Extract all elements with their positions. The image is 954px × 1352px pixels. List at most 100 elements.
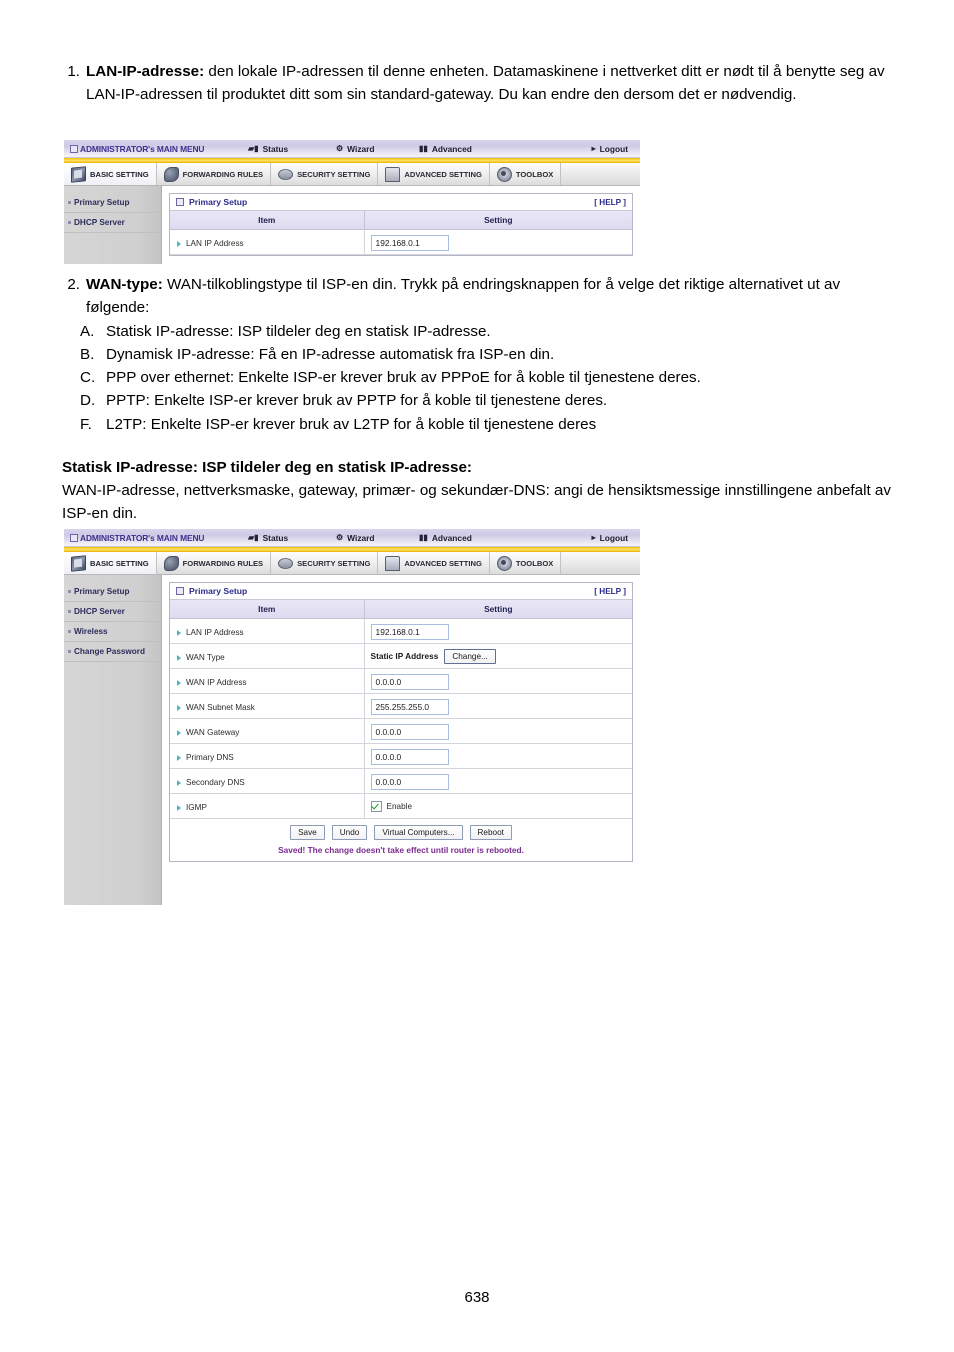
panel-header: Primary Setup [ HELP ] xyxy=(170,194,632,211)
sidebar-item-change-password[interactable]: Change Password xyxy=(64,642,161,662)
panel-title-wrap: Primary Setup xyxy=(176,586,247,596)
sidebar-item-wireless[interactable]: Wireless xyxy=(64,622,161,642)
sidebar-item-dhcp-server[interactable]: DHCP Server xyxy=(64,213,161,233)
list-item: B. Dynamisk IP-adresse: Få en IP-adresse… xyxy=(80,343,896,366)
reboot-button[interactable]: Reboot xyxy=(469,825,512,840)
top-menu-logout-label: Logout xyxy=(599,532,628,543)
top-menu-wizard-label: Wizard xyxy=(347,143,375,154)
router-main-panel: Primary Setup [ HELP ] Item Setting LAN … xyxy=(162,575,640,905)
tab-basic-setting-label: BASIC SETTING xyxy=(90,558,149,568)
top-menu-status-label: Status xyxy=(262,532,289,543)
top-menu-advanced-label: Advanced xyxy=(431,532,472,543)
row-value-cell: 192.168.0.1 xyxy=(364,229,632,255)
wand-icon: ⚙ xyxy=(336,532,344,542)
sidebar-item-primary-setup[interactable]: Primary Setup xyxy=(64,582,161,602)
tab-forwarding-rules[interactable]: FORWARDING RULES xyxy=(156,163,272,185)
top-menu-advanced[interactable]: ▮▮ Advanced xyxy=(419,533,472,543)
router-screenshot-cropped: ADMINISTRATOR's MAIN MENU ▰▮ Status ⚙ Wiza… xyxy=(64,140,640,264)
top-menu-wizard[interactable]: ⚙ Wizard xyxy=(336,144,375,154)
primary-dns-input[interactable]: 0.0.0.0 xyxy=(370,749,449,765)
save-button[interactable]: Save xyxy=(290,825,325,840)
option-text-c: PPP over ethernet: Enkelte ISP-er krever… xyxy=(106,369,701,387)
lan-ip-address-input[interactable]: 192.168.0.1 xyxy=(370,235,449,251)
row-label-lan-ip-address: LAN IP Address xyxy=(176,239,244,248)
row-label-igmp: IGMP xyxy=(176,803,207,812)
list-item: F. L2TP: Enkelte ISP-er krever bruk av L… xyxy=(80,413,896,436)
tools-icon xyxy=(496,166,512,182)
option-text-f: L2TP: Enkelte ISP-er krever bruk av L2TP… xyxy=(106,415,597,433)
row-label-cell: WAN Gateway xyxy=(170,718,365,744)
tab-security-setting[interactable]: SECURITY SETTING xyxy=(271,163,379,185)
tab-advanced-setting[interactable]: ADVANCED SETTING xyxy=(378,552,490,574)
row-value-cell: 192.168.0.1 xyxy=(364,618,632,644)
row-label-cell: WAN Subnet Mask xyxy=(170,693,365,719)
panel-square-icon xyxy=(176,587,184,595)
row-label-primary-dns: Primary DNS xyxy=(176,753,234,762)
option-marker-b: B. xyxy=(80,346,95,364)
panel-title-wrap: Primary Setup xyxy=(176,197,247,207)
row-value-cell: 255.255.255.0 xyxy=(364,693,632,719)
book-icon xyxy=(71,554,86,572)
row-label-wan-ip-address: WAN IP Address xyxy=(176,678,247,687)
list-lead-2: WAN-type: xyxy=(86,276,163,293)
wan-gateway-input[interactable]: 0.0.0.0 xyxy=(370,724,449,740)
menu-square-icon xyxy=(70,145,78,153)
tab-basic-setting[interactable]: BASIC SETTING xyxy=(64,163,157,185)
lan-ip-address-input[interactable]: 192.168.0.1 xyxy=(370,624,449,640)
change-wan-type-button[interactable]: Change... xyxy=(444,648,496,664)
row-label-cell: LAN IP Address xyxy=(170,618,365,644)
row-label-cell: LAN IP Address xyxy=(170,229,365,255)
top-menu-advanced[interactable]: ▮▮ Advanced xyxy=(419,144,472,154)
tab-forwarding-rules-label: FORWARDING RULES xyxy=(182,558,264,568)
virtual-computers-button[interactable]: Virtual Computers... xyxy=(374,825,463,840)
undo-button[interactable]: Undo xyxy=(331,825,368,840)
row-label-cell: IGMP xyxy=(170,793,365,819)
tab-toolbox[interactable]: TOOLBOX xyxy=(489,163,562,185)
top-menu-logout[interactable]: ▸ Logout xyxy=(592,144,628,154)
table-header-row: Item Setting xyxy=(170,600,632,619)
top-menu-status[interactable]: ▰▮ Status xyxy=(248,533,288,543)
section-paragraph: WAN-IP-adresse, nettverksmaske, gateway,… xyxy=(62,482,891,523)
igmp-enable-checkbox[interactable] xyxy=(370,800,382,812)
wan-subnet-mask-input[interactable]: 255.255.255.0 xyxy=(370,699,449,715)
help-link[interactable]: [ HELP ] xyxy=(594,587,626,596)
row-label-wan-gateway: WAN Gateway xyxy=(176,728,239,737)
list-item: C. PPP over ethernet: Enkelte ISP-er kre… xyxy=(80,366,896,389)
sidebar-item-dhcp-server[interactable]: DHCP Server xyxy=(64,602,161,622)
tab-toolbox[interactable]: TOOLBOX xyxy=(489,552,562,574)
shield-icon xyxy=(278,557,294,569)
book-icon xyxy=(71,165,86,183)
router-tab-bar: BASIC SETTING FORWARDING RULES SECURITY … xyxy=(64,552,640,575)
settings-table: Item Setting LAN IP Address 192.168.0.1 xyxy=(170,211,632,255)
section-heading: Statisk IP-adresse: ISP tildeler deg en … xyxy=(62,459,472,476)
tab-security-setting[interactable]: SECURITY SETTING xyxy=(271,552,379,574)
tab-basic-setting[interactable]: BASIC SETTING xyxy=(64,552,157,574)
list-item-lan-ip: 1. LAN-IP-adresse: den lokale IP-adresse… xyxy=(62,60,896,106)
help-link[interactable]: [ HELP ] xyxy=(594,198,626,207)
tab-advanced-setting[interactable]: ADVANCED SETTING xyxy=(378,163,490,185)
tab-forwarding-rules[interactable]: FORWARDING RULES xyxy=(156,552,272,574)
table-row: WAN Subnet Mask 255.255.255.0 xyxy=(170,693,632,719)
top-menu-wizard[interactable]: ⚙ Wizard xyxy=(336,533,375,543)
sidebar-item-primary-setup[interactable]: Primary Setup xyxy=(64,193,161,213)
option-marker-d: D. xyxy=(80,392,96,410)
tab-toolbox-label: TOOLBOX xyxy=(515,558,554,568)
column-header-setting: Setting xyxy=(364,211,632,230)
arrow-right-icon: ▸ xyxy=(591,143,596,153)
router-top-menu-bar: ADMINISTRATOR's MAIN MENU ▰▮ Status ⚙ Wiza… xyxy=(64,529,640,547)
primary-setup-panel: Primary Setup [ HELP ] Item Setting LAN … xyxy=(169,193,633,256)
option-text-a: Statisk IP-adresse: ISP tildeler deg en … xyxy=(106,323,491,341)
primary-setup-panel: Primary Setup [ HELP ] Item Setting LAN … xyxy=(169,582,633,862)
panel-square-icon xyxy=(176,198,184,206)
tab-security-setting-label: SECURITY SETTING xyxy=(297,558,371,568)
wan-ip-address-input[interactable]: 0.0.0.0 xyxy=(370,674,449,690)
top-menu-status-label: Status xyxy=(262,143,289,154)
top-menu-status[interactable]: ▰▮ Status xyxy=(248,144,288,154)
gate-icon xyxy=(385,166,401,182)
row-value-cell: Enable xyxy=(364,793,632,819)
top-menu-logout[interactable]: ▸ Logout xyxy=(592,533,628,543)
secondary-dns-input[interactable]: 0.0.0.0 xyxy=(370,774,449,790)
sliders-icon: ▮▮ xyxy=(419,143,428,153)
wan-type-options-list: A. Statisk IP-adresse: ISP tildeler deg … xyxy=(62,320,896,435)
wand-icon: ⚙ xyxy=(336,143,344,153)
